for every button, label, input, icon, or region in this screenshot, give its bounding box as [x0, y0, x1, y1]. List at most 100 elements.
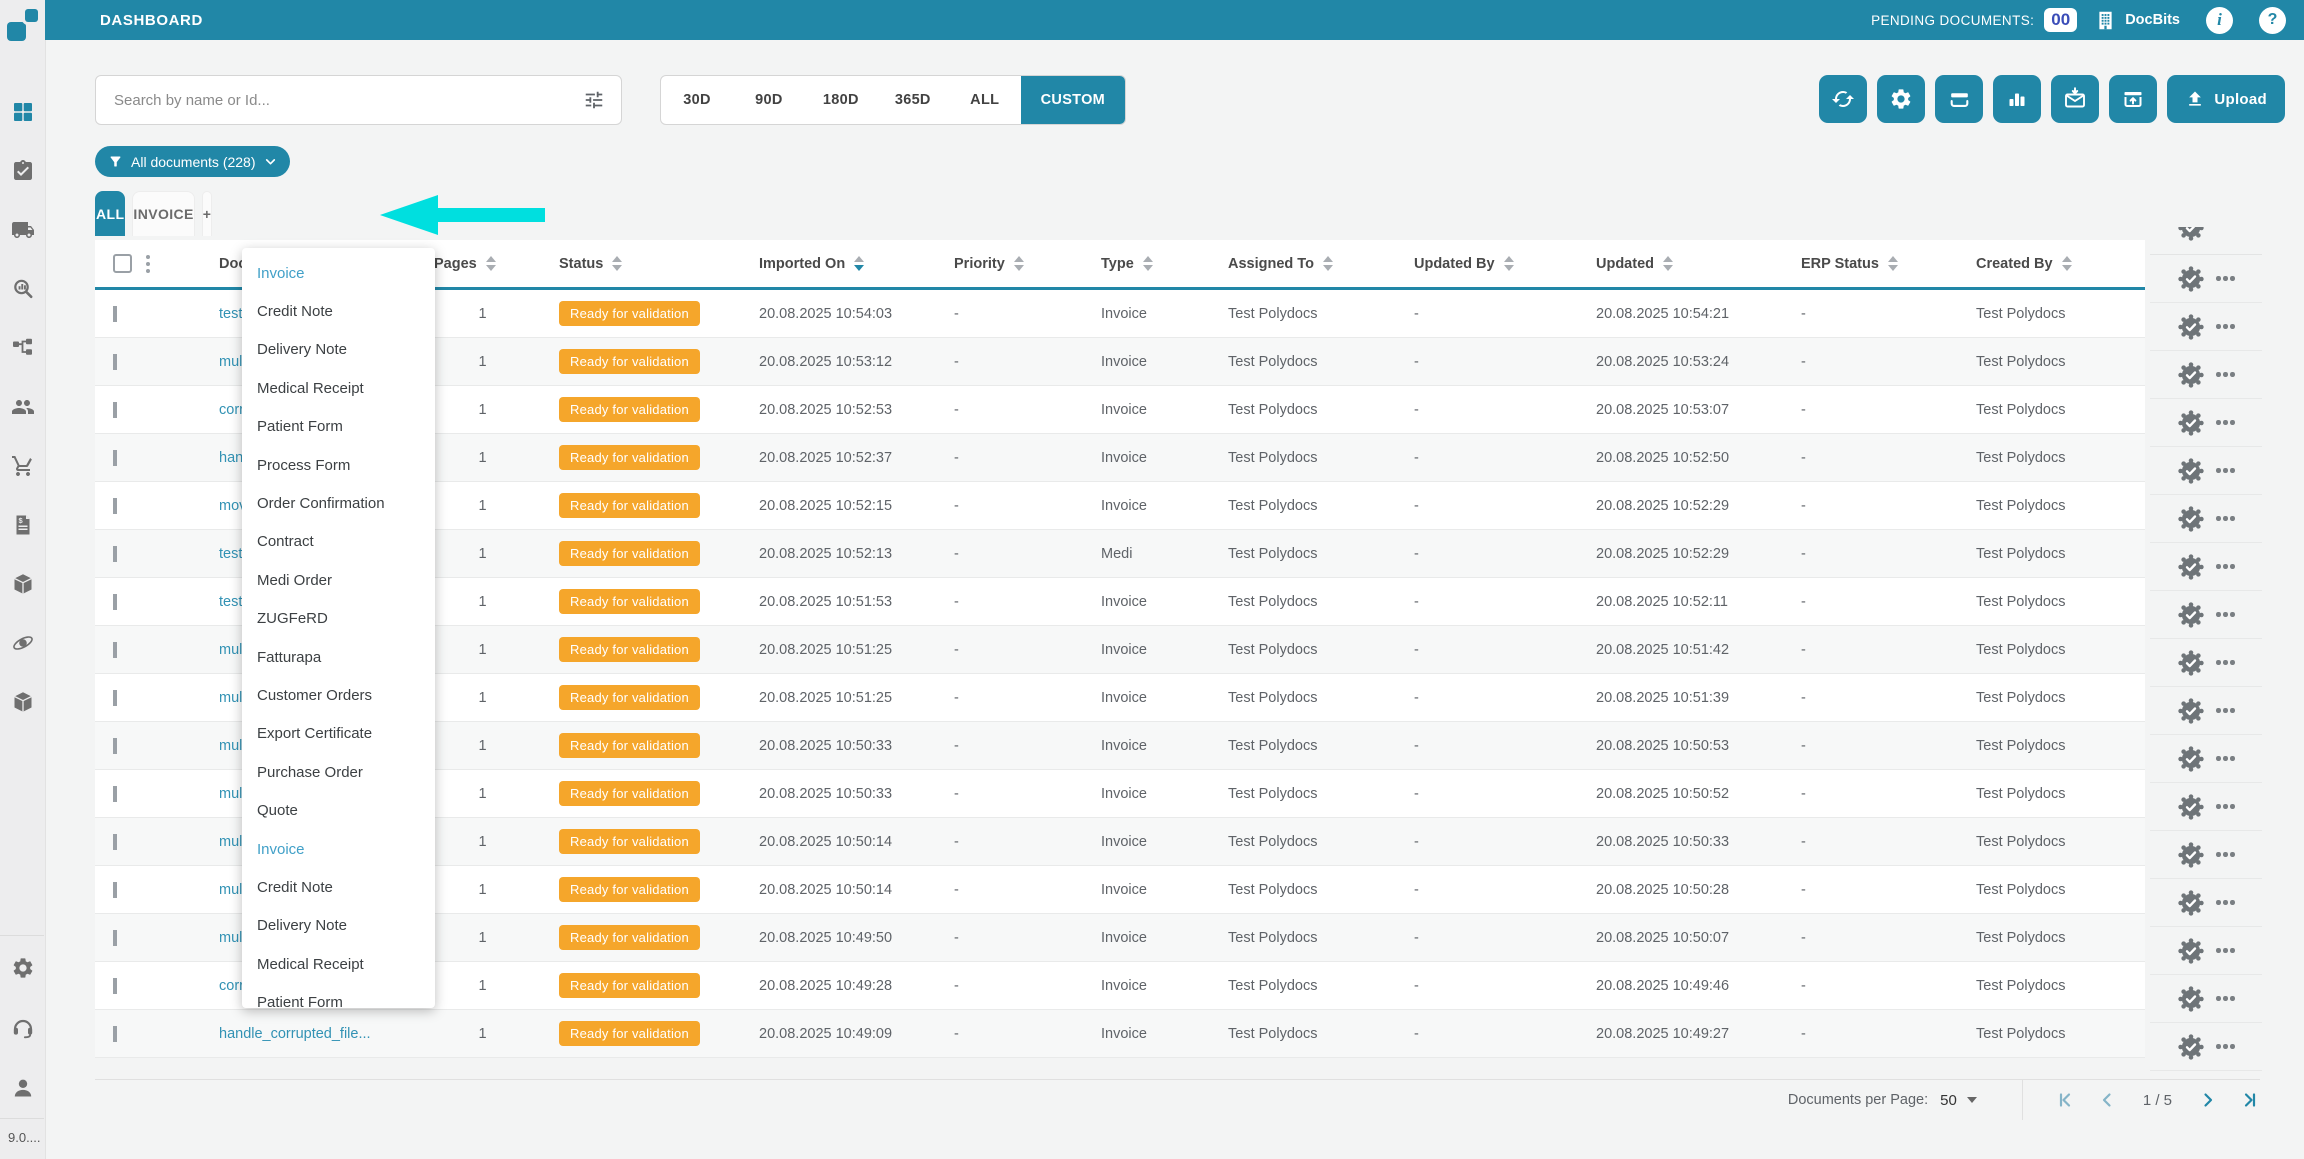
sort-icon[interactable] [1014, 256, 1024, 271]
more-actions-icon[interactable] [2216, 996, 2221, 1001]
sort-icon[interactable] [1888, 256, 1898, 271]
more-actions-icon[interactable] [2216, 468, 2221, 473]
row-checkbox[interactable] [113, 546, 117, 562]
column-header[interactable]: Pages [420, 256, 545, 272]
export-button[interactable] [2109, 75, 2157, 123]
row-checkbox[interactable] [113, 882, 117, 898]
more-actions-icon[interactable] [2216, 804, 2221, 809]
filter-tune-icon[interactable] [583, 89, 605, 111]
mail-import-button[interactable] [2051, 75, 2099, 123]
documents-filter-chip[interactable]: All documents (228) [95, 146, 290, 177]
column-header[interactable]: Assigned To [1214, 256, 1400, 272]
first-page-icon[interactable] [2055, 1090, 2075, 1110]
sort-icon[interactable] [486, 256, 496, 271]
row-checkbox[interactable] [113, 402, 117, 418]
type-menu-item[interactable]: Contract [242, 523, 435, 561]
type-menu-item[interactable]: Patient Form [242, 408, 435, 446]
row-checkbox[interactable] [113, 354, 117, 370]
select-all-checkbox[interactable] [113, 254, 132, 273]
type-menu-item[interactable]: Export Certificate [242, 715, 435, 753]
user-profile-icon[interactable] [11, 1076, 35, 1100]
shopping-cart-icon[interactable] [11, 454, 35, 478]
sort-icon[interactable] [854, 256, 864, 271]
type-menu-item[interactable]: Process Form [242, 446, 435, 484]
type-menu-item[interactable]: Credit Note [242, 868, 435, 906]
brand-name[interactable]: DocBits [2125, 12, 2180, 28]
dashboard-grid-icon[interactable] [11, 100, 35, 124]
row-checkbox[interactable] [113, 786, 117, 802]
prev-page-icon[interactable] [2097, 1090, 2117, 1110]
row-checkbox[interactable] [113, 1026, 117, 1042]
type-menu-item[interactable]: Invoice [242, 830, 435, 868]
column-header[interactable]: ERP Status [1787, 256, 1962, 272]
date-filter-button[interactable]: 180D [805, 76, 877, 124]
column-header[interactable]: Updated [1582, 256, 1787, 272]
column-header[interactable]: Priority [940, 256, 1087, 272]
more-actions-icon[interactable] [2216, 852, 2221, 857]
sort-icon[interactable] [1323, 256, 1333, 271]
type-menu-item[interactable]: Credit Note [242, 292, 435, 330]
per-page-caret-icon[interactable] [1967, 1097, 1977, 1103]
kebab-menu-icon[interactable] [146, 255, 150, 273]
date-filter-button[interactable]: 365D [877, 76, 949, 124]
document-type-tab[interactable]: INVOICE [132, 191, 194, 236]
more-actions-icon[interactable] [2216, 708, 2221, 713]
column-header[interactable]: Updated By [1400, 256, 1582, 272]
type-menu-item[interactable]: Delivery Note [242, 907, 435, 945]
date-filter-button[interactable]: ALL [949, 76, 1021, 124]
more-actions-icon[interactable] [2216, 564, 2221, 569]
date-filter-button[interactable]: CUSTOM [1021, 76, 1125, 124]
type-menu-item[interactable]: Medical Receipt [242, 369, 435, 407]
row-checkbox[interactable] [113, 978, 117, 994]
row-checkbox[interactable] [113, 738, 117, 754]
more-actions-icon[interactable] [2216, 420, 2221, 425]
more-actions-icon[interactable] [2216, 1044, 2221, 1049]
delivery-truck-icon[interactable] [11, 218, 35, 242]
type-menu-item[interactable]: Medical Receipt [242, 945, 435, 983]
help-icon[interactable]: ? [2259, 7, 2286, 34]
search-input[interactable] [112, 91, 583, 110]
table-row[interactable]: handle_corrupted_file... 1 Ready for val… [95, 1010, 2145, 1058]
more-actions-icon[interactable] [2216, 324, 2221, 329]
date-filter-button[interactable]: 30D [661, 76, 733, 124]
type-menu-item[interactable]: Patient Form [242, 983, 435, 1008]
row-checkbox[interactable] [113, 450, 117, 466]
date-filter-button[interactable]: 90D [733, 76, 805, 124]
info-icon[interactable]: i [2206, 7, 2233, 34]
type-menu-item[interactable]: Fatturapa [242, 638, 435, 676]
row-checkbox[interactable] [113, 930, 117, 946]
support-headset-icon[interactable] [11, 1016, 35, 1040]
next-page-icon[interactable] [2198, 1090, 2218, 1110]
settings-gear-icon[interactable] [11, 956, 35, 980]
package-icon[interactable] [11, 572, 35, 596]
settings-button[interactable] [1877, 75, 1925, 123]
row-checkbox[interactable] [113, 498, 117, 514]
more-actions-icon[interactable] [2216, 900, 2221, 905]
sort-icon[interactable] [2062, 256, 2072, 271]
type-menu-item[interactable]: Purchase Order [242, 753, 435, 791]
column-header[interactable]: Status [545, 256, 745, 272]
column-header[interactable]: Imported On [745, 256, 940, 272]
package-alt-icon[interactable] [11, 690, 35, 714]
scanner-button[interactable] [1935, 75, 1983, 123]
workflow-icon[interactable] [11, 336, 35, 360]
cell-document-name[interactable]: handle_corrupted_file... [205, 1026, 420, 1042]
type-menu-item[interactable]: ZUGFeRD [242, 600, 435, 638]
more-actions-icon[interactable] [2216, 948, 2221, 953]
row-checkbox[interactable] [113, 594, 117, 610]
more-actions-icon[interactable] [2216, 276, 2221, 281]
upload-button[interactable]: Upload [2167, 75, 2285, 123]
per-page-value[interactable]: 50 [1940, 1092, 1957, 1109]
type-menu-item[interactable]: Order Confirmation [242, 484, 435, 522]
sort-icon[interactable] [612, 256, 622, 271]
validation-clipboard-icon[interactable] [11, 159, 35, 183]
type-menu-item[interactable]: Delivery Note [242, 331, 435, 369]
sort-icon[interactable] [1663, 256, 1673, 271]
users-icon[interactable] [11, 395, 35, 419]
last-page-icon[interactable] [2240, 1090, 2260, 1110]
type-menu-item[interactable]: Invoice [242, 254, 435, 292]
invoice-document-icon[interactable]: $ [11, 513, 35, 537]
more-actions-icon[interactable] [2216, 612, 2221, 617]
column-header[interactable]: Created By [1962, 256, 2145, 272]
analytics-button[interactable] [1993, 75, 2041, 123]
